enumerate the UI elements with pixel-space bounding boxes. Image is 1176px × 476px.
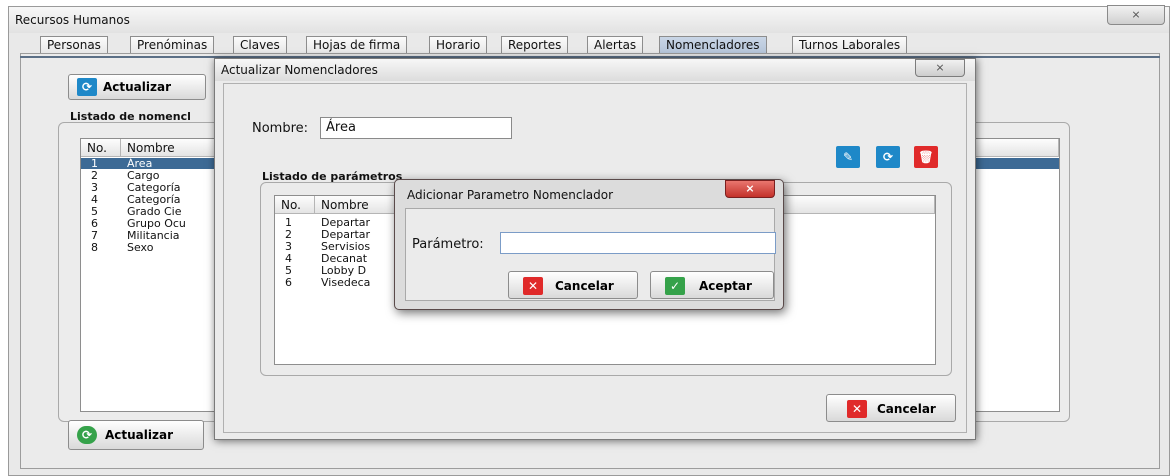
- update-cancel-button[interactable]: ✕ Cancelar: [826, 394, 956, 422]
- add-dialog-title: Adicionar Parametro Nomenclador: [407, 188, 614, 202]
- row-name: Sexo: [127, 241, 154, 254]
- update-cancel-label: Cancelar: [877, 402, 936, 416]
- row-number: 3: [285, 240, 292, 253]
- refresh-circle-icon: ⟳: [77, 426, 97, 444]
- row-name: Lobby D: [321, 264, 367, 277]
- row-number: 4: [285, 252, 292, 265]
- row-number: 6: [285, 276, 292, 289]
- row-name: Visedeca: [321, 276, 371, 289]
- row-name: Servisios: [321, 240, 371, 253]
- update-dialog-close-button[interactable]: ⨯: [915, 59, 965, 77]
- row-name: Área: [127, 157, 153, 170]
- parameters-list-title: Listado de parámetros: [262, 170, 403, 183]
- top-refresh-button[interactable]: ⟳ Actualizar: [68, 74, 206, 100]
- tab-prenominas[interactable]: Prenóminas: [130, 36, 215, 54]
- tab-reportes[interactable]: Reportes: [501, 36, 569, 54]
- row-name: Grupo Ocu: [127, 217, 186, 230]
- tab-horario[interactable]: Horario: [429, 36, 488, 54]
- tab-hojas-de-firma[interactable]: Hojas de firma: [306, 36, 408, 54]
- checkmark-icon: ✓: [665, 277, 685, 295]
- row-number: 2: [285, 228, 292, 241]
- bottom-refresh-button[interactable]: ⟳ Actualizar: [68, 420, 204, 450]
- row-name: Grado Cie: [127, 205, 182, 218]
- add-accept-label: Aceptar: [699, 279, 752, 293]
- tab-turnos-laborales[interactable]: Turnos Laborales: [792, 36, 908, 54]
- top-refresh-label: Actualizar: [103, 80, 172, 94]
- parameter-input[interactable]: [500, 232, 776, 254]
- name-field[interactable]: Área: [320, 117, 512, 139]
- row-name: Departar: [321, 228, 371, 241]
- row-name: Militancia: [127, 229, 180, 242]
- row-name: Categoría: [127, 181, 181, 194]
- bottom-refresh-label: Actualizar: [105, 428, 174, 442]
- row-number: 8: [91, 241, 98, 254]
- cancel-x-icon: ✕: [523, 277, 543, 295]
- nomenclators-list-title: Listado de nomencl: [70, 110, 191, 123]
- tab-nomencladores[interactable]: Nomencladores: [659, 36, 767, 54]
- trash-icon[interactable]: 🗑: [914, 146, 938, 168]
- row-number: 6: [91, 217, 98, 230]
- update-dialog-titlebar: Actualizar Nomencladores: [215, 59, 975, 81]
- parameter-label: Parámetro:: [412, 237, 484, 252]
- column-header-no[interactable]: No.: [81, 139, 121, 157]
- column-header-no[interactable]: No.: [275, 196, 315, 214]
- add-cancel-label: Cancelar: [555, 279, 614, 293]
- row-name: Decanat: [321, 252, 368, 265]
- row-number: 7: [91, 229, 98, 242]
- tab-claves[interactable]: Claves: [233, 36, 287, 54]
- row-number: 1: [91, 157, 98, 170]
- cancel-x-icon: ✕: [847, 400, 867, 418]
- tab-alertas[interactable]: Alertas: [587, 36, 644, 54]
- tab-personas[interactable]: Personas: [40, 36, 108, 54]
- row-number: 1: [285, 216, 292, 229]
- row-name: Departar: [321, 216, 371, 229]
- row-number: 4: [91, 193, 98, 206]
- add-accept-button[interactable]: ✓ Aceptar: [650, 271, 774, 299]
- add-cancel-button[interactable]: ✕ Cancelar: [508, 271, 638, 299]
- main-close-button[interactable]: ⨯: [1107, 5, 1165, 25]
- row-number: 5: [285, 264, 292, 277]
- row-name: Cargo: [127, 169, 160, 182]
- add-dialog-close-button[interactable]: ⨯: [725, 180, 775, 198]
- row-number: 3: [91, 181, 98, 194]
- main-window-title: Recursos Humanos: [15, 13, 130, 27]
- row-number: 2: [91, 169, 98, 182]
- name-label: Nombre:: [252, 121, 309, 136]
- main-titlebar: Recursos Humanos: [9, 7, 1169, 33]
- refresh-icon: ⟳: [77, 78, 97, 96]
- row-number: 5: [91, 205, 98, 218]
- row-name: Categoría: [127, 193, 181, 206]
- update-dialog-title: Actualizar Nomencladores: [221, 63, 378, 77]
- refresh-icon[interactable]: ⟳: [876, 146, 900, 168]
- pin-icon[interactable]: ✎: [836, 146, 860, 168]
